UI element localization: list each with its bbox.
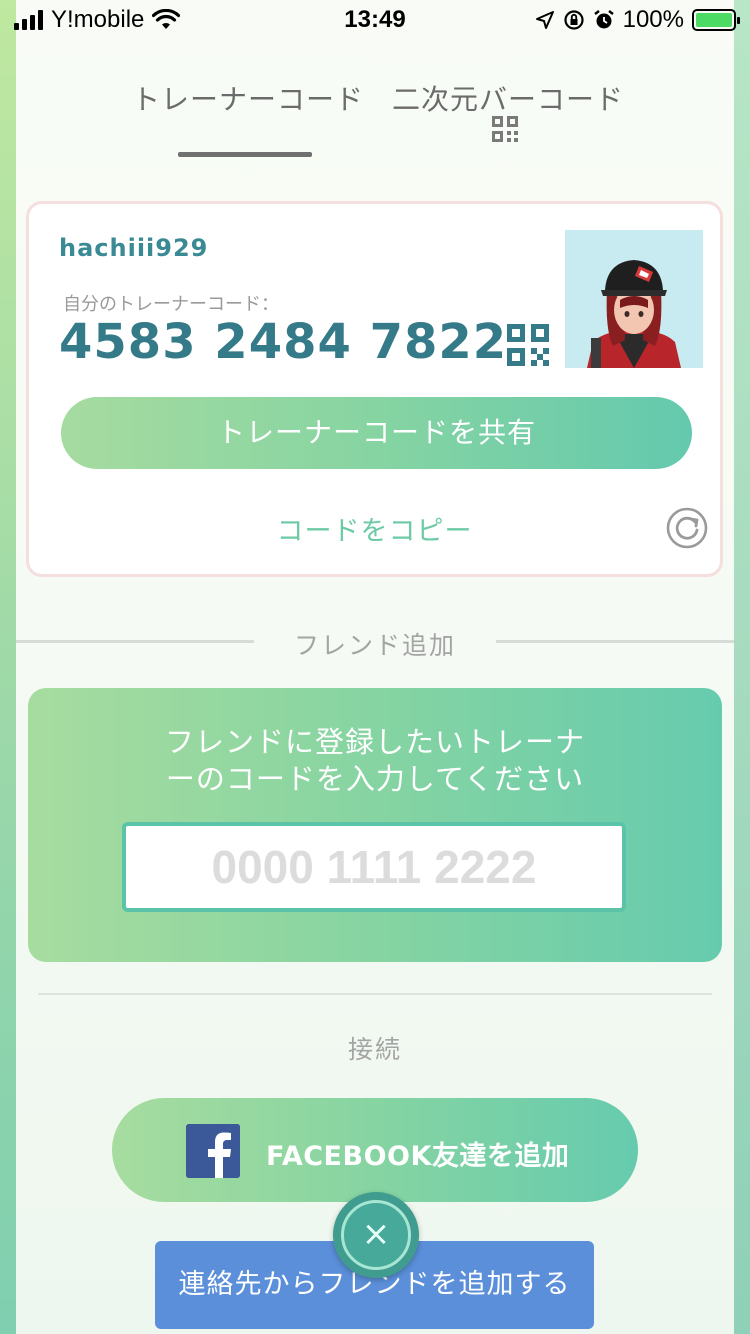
trainer-username: hachiii929 [59,234,209,262]
friend-add-heading: フレンド追加 [293,631,456,660]
facebook-add-button[interactable]: FACEBOOK友達を追加 [112,1098,638,1202]
friend-code-entry-panel: フレンドに登録したいトレーナ ーのコードを入力してください [28,688,722,962]
status-bar: Y!mobile 13:49 100% [0,0,750,40]
facebook-add-label: FACEBOOK友達を追加 [266,1141,570,1172]
rotation-lock-icon [564,10,584,30]
connect-divider [38,993,712,995]
location-arrow-icon [535,11,554,29]
refresh-icon[interactable] [665,506,709,550]
copy-code-link[interactable]: コードをコピー [29,509,720,548]
instruction-line-1: フレンドに登録したいトレーナ [164,725,585,759]
trainer-code: 4583 2484 7822 [59,314,508,370]
trainer-card: hachiii929 自分のトレーナーコード： 4583 2484 7822 ト… [26,201,723,577]
tab-trainer-code[interactable]: トレーナーコード [132,78,364,118]
facebook-icon [186,1124,240,1178]
connect-heading: 接続 [347,1035,402,1064]
tab-qr-code[interactable]: 二次元バーコード [392,78,624,118]
share-code-button[interactable]: トレーナーコードを共有 [61,397,692,469]
friend-code-instruction: フレンドに登録したいトレーナ ーのコードを入力してください [28,724,722,798]
close-button[interactable]: × [333,1192,419,1278]
qr-code-icon[interactable] [492,116,518,142]
instruction-line-2: ーのコードを入力してください [165,762,585,796]
active-tab-indicator [178,152,312,157]
avatar [565,230,703,368]
alarm-icon [593,10,614,29]
battery-percent: 100% [622,6,684,33]
close-icon: × [341,1200,411,1270]
trainer-code-label: 自分のトレーナーコード： [63,294,279,315]
side-gradient-left [0,0,16,1334]
side-gradient-right [734,0,750,1334]
battery-icon [692,9,740,31]
code-tabs: トレーナーコード 二次元バーコード [0,72,750,162]
friend-code-input[interactable] [122,822,626,912]
qr-code-icon[interactable] [507,324,549,366]
